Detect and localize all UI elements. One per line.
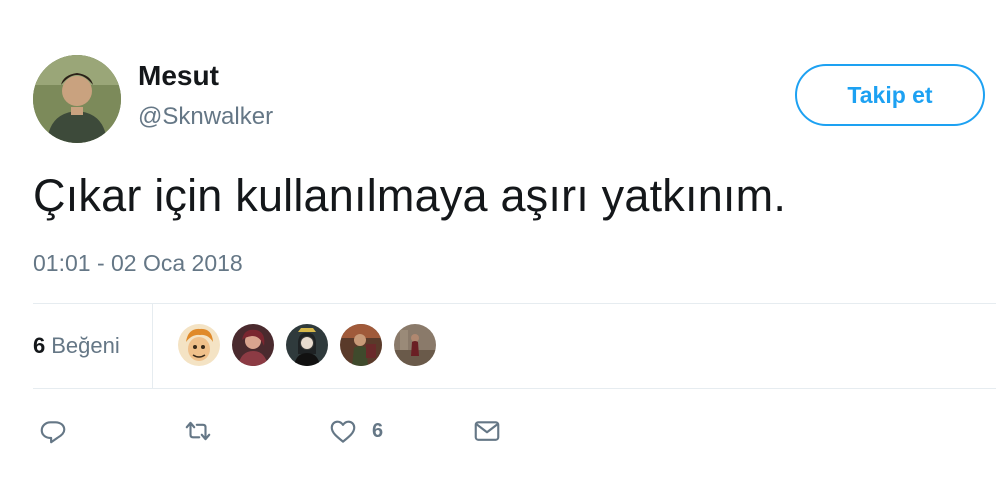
tweet-timestamp[interactable]: 01:01 - 02 Oca 2018 xyxy=(33,250,243,277)
reply-icon xyxy=(40,421,66,444)
reply-button[interactable] xyxy=(38,415,68,447)
tweet-text: Çıkar için kullanılmaya aşırı yatkınım. xyxy=(33,170,787,221)
author-name[interactable]: Mesut xyxy=(138,60,219,92)
author-handle[interactable]: @Sknwalker xyxy=(138,103,273,131)
liker-avatar[interactable] xyxy=(284,322,330,368)
avatar-photo xyxy=(33,55,121,143)
liker-avatar[interactable] xyxy=(392,322,438,368)
avatar[interactable] xyxy=(33,55,121,143)
user-avatar-icon xyxy=(286,324,328,366)
like-count: 6 xyxy=(372,419,384,442)
heart-icon xyxy=(330,420,356,443)
liker-avatar[interactable] xyxy=(230,322,276,368)
follow-button[interactable]: Takip et xyxy=(795,64,985,126)
likes-count: 6 xyxy=(33,333,46,358)
retweet-button[interactable] xyxy=(183,415,213,447)
user-avatar-icon xyxy=(232,324,274,366)
tweet-card: Mesut @Sknwalker Takip et Çıkar için kul… xyxy=(0,0,996,498)
divider xyxy=(152,304,153,388)
envelope-icon xyxy=(474,421,500,441)
retweet-icon xyxy=(185,421,211,441)
divider xyxy=(33,303,996,304)
likes-stat[interactable]: 6 Beğeni xyxy=(33,333,120,359)
user-avatar-icon xyxy=(394,324,436,366)
likes-label: Beğeni xyxy=(51,333,120,358)
like-button[interactable]: 6 xyxy=(328,415,383,447)
direct-message-button[interactable] xyxy=(472,415,502,447)
likers-list xyxy=(176,322,438,370)
liker-avatar[interactable] xyxy=(176,322,222,368)
divider xyxy=(33,388,996,389)
user-avatar-icon xyxy=(340,324,382,366)
liker-avatar[interactable] xyxy=(338,322,384,368)
cartoon-avatar-icon xyxy=(178,324,220,366)
